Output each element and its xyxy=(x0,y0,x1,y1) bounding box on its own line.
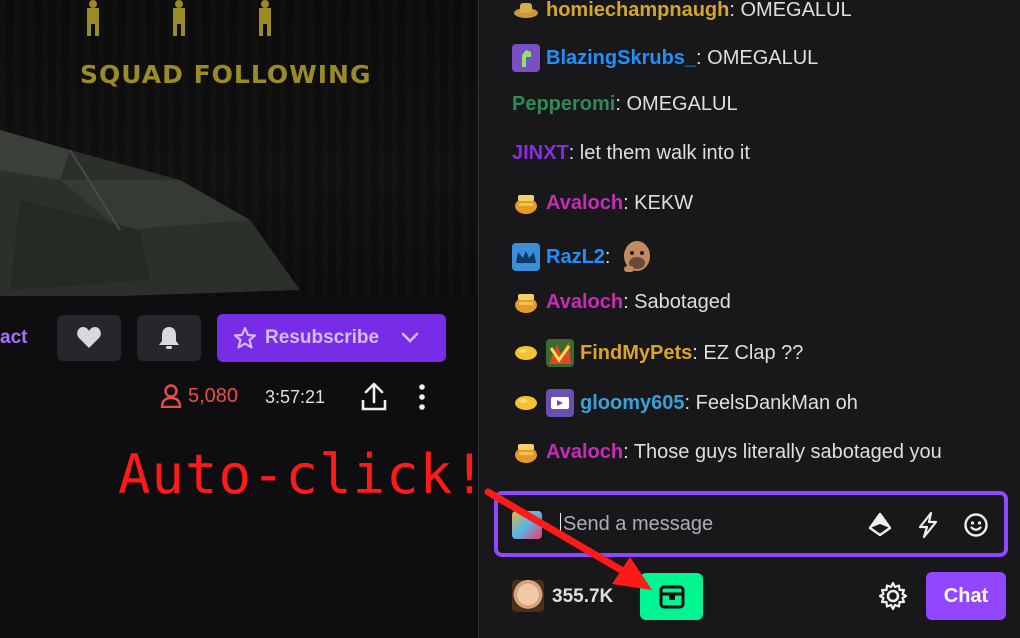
chat-input-placeholder: Send a message xyxy=(560,513,713,536)
soldier-icon xyxy=(87,0,99,36)
hat-badge-icon xyxy=(512,0,540,24)
chat-username[interactable]: gloomy605 xyxy=(580,392,684,415)
chat-message: FindMyPets : EZ Clap ?? xyxy=(512,339,803,367)
chat-message: Avaloch : KEKW xyxy=(512,189,693,217)
chat-username[interactable]: Avaloch xyxy=(546,192,623,215)
chat-message: homiechampnaugh : OMEGALUL xyxy=(512,0,852,24)
chat-input[interactable]: Send a message xyxy=(494,491,1008,557)
honey-pot-badge-icon xyxy=(512,288,540,316)
prime-badge-icon xyxy=(546,389,574,417)
dino-badge-icon xyxy=(512,44,540,72)
emote-picker-icon[interactable] xyxy=(962,511,990,539)
lightning-icon[interactable] xyxy=(914,511,942,539)
chat-username[interactable]: JINXT xyxy=(512,142,569,165)
star-icon xyxy=(233,326,257,349)
chat-message: Avaloch : Those guys literally sabotaged… xyxy=(512,438,942,466)
annotation-label: Auto-click! xyxy=(118,443,487,506)
chat-text: : let them walk into it xyxy=(568,142,750,164)
chat-message: gloomy605 : FeelsDankMan oh xyxy=(512,389,858,417)
chat-username[interactable]: Avaloch xyxy=(546,291,623,314)
honey-pot-badge-icon xyxy=(512,438,540,466)
chat-username[interactable]: Pepperomi xyxy=(512,93,615,116)
bits-icon[interactable] xyxy=(866,511,894,539)
lemon-badge-icon xyxy=(512,339,540,367)
chat-text: : OMEGALUL xyxy=(729,0,852,21)
user-badge-icon xyxy=(512,511,542,539)
chat-text: : FeelsDankMan oh xyxy=(684,391,858,414)
chat-text: : OMEGALUL xyxy=(696,46,819,69)
resubscribe-label: Resubscribe xyxy=(265,327,380,348)
honey-pot-badge-icon xyxy=(512,189,540,217)
chat-username[interactable]: RazL2 xyxy=(546,246,605,269)
contact-tab-link[interactable]: act xyxy=(0,327,27,349)
chat-message: JINXT : let them walk into it xyxy=(512,142,750,165)
chat-message: BlazingSkrubs_ : OMEGALUL xyxy=(512,44,818,72)
chat-username[interactable]: Avaloch xyxy=(546,441,623,464)
bell-icon xyxy=(159,327,179,349)
chat-text: : Those guys literally sabotaged you xyxy=(623,440,942,463)
chat-text: : KEKW xyxy=(623,191,694,214)
chat-message: Pepperomi : OMEGALUL xyxy=(512,93,738,116)
stream-uptime: 3:57:21 xyxy=(265,387,326,407)
armored-vehicle xyxy=(0,130,300,296)
chevron-down-icon xyxy=(401,332,419,343)
chat-text: : OMEGALUL xyxy=(615,93,738,115)
chat-username[interactable]: FindMyPets xyxy=(580,342,692,365)
crown-badge-icon xyxy=(512,243,540,271)
chest-icon xyxy=(659,585,684,608)
heart-icon xyxy=(77,327,101,348)
claim-bonus-button[interactable] xyxy=(640,573,703,620)
emote-face-icon xyxy=(624,241,651,272)
lemon-badge-icon xyxy=(512,389,540,417)
resubscribe-button[interactable]: Resubscribe xyxy=(217,314,446,362)
soldier-icon xyxy=(173,0,185,36)
chat-send-button[interactable]: Chat xyxy=(926,572,1006,620)
channel-points-balance[interactable]: 355.7K xyxy=(552,586,613,608)
chat-text: : EZ Clap ?? xyxy=(692,341,804,364)
more-options-icon[interactable] xyxy=(415,382,429,412)
chat-text: : xyxy=(604,245,611,268)
chat-message: RazL2 : xyxy=(512,236,658,278)
follow-button[interactable] xyxy=(57,315,121,361)
notifications-button[interactable] xyxy=(137,315,201,361)
gear-icon[interactable] xyxy=(878,581,908,611)
viewer-count-value: 5,080 xyxy=(188,384,239,407)
viewer-count: 5,080 xyxy=(160,384,238,408)
soldier-icon xyxy=(259,0,271,36)
chat-username[interactable]: BlazingSkrubs_ xyxy=(546,47,696,70)
share-icon[interactable] xyxy=(360,382,388,412)
person-icon xyxy=(160,384,182,408)
pets-badge-icon xyxy=(546,339,574,367)
channel-points-avatar[interactable] xyxy=(512,580,544,612)
video-overlay-text: SQUAD FOLLOWING xyxy=(80,60,372,89)
chat-message: Avaloch : Sabotaged xyxy=(512,288,731,316)
video-player[interactable]: SQUAD FOLLOWING xyxy=(0,0,478,296)
chat-username[interactable]: homiechampnaugh xyxy=(546,0,729,22)
chat-text: : Sabotaged xyxy=(623,290,731,313)
